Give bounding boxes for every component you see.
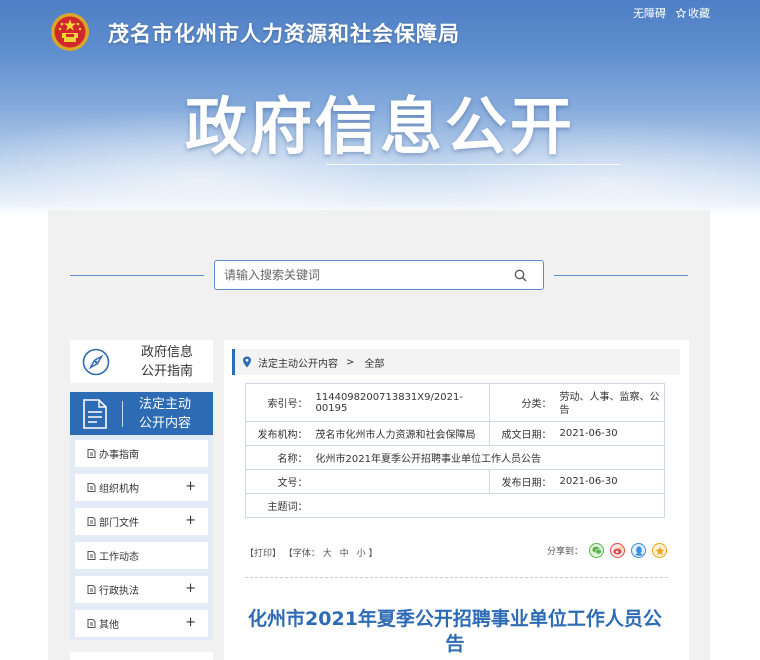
accessibility-link[interactable]: 无障碍: [633, 5, 666, 21]
search-box: [214, 260, 544, 290]
meta-index-value: 114409820071383​1X9/2021-00195: [311, 383, 490, 422]
page-big-title: 政府信息公开: [184, 90, 575, 163]
expand-icon[interactable]: +: [185, 513, 196, 528]
wechat-icon: [591, 546, 602, 555]
article-tools: 【打印】 【字体： 大 中 小 】: [245, 546, 377, 559]
sidebar-item-label: 部门文件: [99, 518, 139, 529]
breadcrumb-current-link[interactable]: 全部: [364, 355, 384, 370]
meta-created-label: 成文日期：: [489, 421, 556, 446]
accessibility-link-label: 无障碍: [633, 7, 666, 20]
qq-icon: [635, 545, 643, 556]
sidebar-guide-label: 政府信息 公开指南: [137, 343, 197, 381]
search-decor-line: [70, 275, 204, 276]
meta-docno-label: 文号：: [245, 469, 312, 494]
doc-small-icon: [87, 483, 96, 492]
qzone-star-icon: [655, 546, 665, 555]
meta-publisher-label: 发布机构：: [245, 421, 312, 446]
weibo-icon: [613, 546, 622, 555]
share-qzone-button[interactable]: [652, 543, 668, 558]
expand-icon[interactable]: +: [185, 479, 196, 494]
meta-published-value: 2021-06-30: [555, 469, 665, 494]
meta-published-label: 发布日期：: [489, 469, 556, 494]
share-wechat-button[interactable]: [589, 543, 605, 558]
doc-small-icon: [87, 619, 96, 628]
top-links: 无障碍 收藏: [633, 5, 710, 21]
meta-publisher-value: 茂名市化州市人力资源和社会保障局: [311, 421, 490, 446]
sidebar-item-label: 办事指南: [99, 450, 139, 461]
star-icon: [676, 8, 686, 18]
doc-small-icon: [87, 551, 96, 560]
search-input[interactable]: [215, 261, 505, 289]
meta-row: 文号： 发布日期： 2021-06-30: [245, 469, 665, 494]
meta-name-value: 化州市2021年夏季公开招聘事业单位工作人员公告: [311, 445, 665, 470]
expand-icon[interactable]: +: [185, 581, 196, 596]
sidebar-item-active-content[interactable]: 法定主动 公开内容: [70, 392, 213, 435]
sidebar-item-guidance[interactable]: 办事指南: [75, 440, 208, 467]
search-decor-line: [554, 275, 688, 276]
sidebar-separator: [122, 400, 123, 427]
favorite-link-label: 收藏: [688, 7, 710, 20]
meta-row: 主题词：: [245, 493, 665, 518]
sidebar-item-guide[interactable]: 政府信息 公开指南: [70, 340, 213, 383]
meta-docno-value: [311, 469, 490, 494]
meta-created-value: 2021-06-30: [555, 421, 665, 446]
share-bar: 分享到：: [547, 543, 668, 558]
breadcrumb: 法定主动公开内容 > 全部: [232, 349, 680, 375]
article-title: 化州市2021年夏季公开招聘事业单位工作人员公告: [248, 608, 662, 655]
sidebar-active-label: 法定主动 公开内容: [134, 395, 196, 433]
expand-icon[interactable]: +: [185, 615, 196, 630]
title-underline: [326, 164, 620, 165]
doc-small-icon: [87, 585, 96, 594]
sidebar-item-other[interactable]: 其他 +: [75, 610, 208, 637]
site-name: 茂名市化州市人力资源和社会保障局: [108, 22, 460, 46]
meta-row: 发布机构： 茂名市化州市人力资源和社会保障局 成文日期： 2021-06-30: [245, 421, 665, 446]
share-weibo-button[interactable]: [610, 543, 626, 558]
sidebar-item-next[interactable]: [70, 652, 213, 660]
breadcrumb-separator: >: [346, 356, 355, 368]
national-emblem-icon: [51, 13, 89, 51]
font-size-label: 【字体：: [283, 549, 320, 559]
meta-category-value: 劳动、人事、监察、公告: [555, 383, 665, 422]
sidebar-active-label-line: 法定主动: [138, 396, 191, 412]
sidebar-guide-label-line: 政府信息: [140, 344, 193, 360]
meta-index-label: 索引号：: [245, 383, 312, 422]
sidebar-item-label: 工作动态: [99, 552, 139, 563]
meta-row: 名称： 化州市2021年夏季公开招聘事业单位工作人员公告: [245, 445, 665, 470]
sidebar-item-dept-files[interactable]: 部门文件 +: [75, 508, 208, 535]
doc-small-icon: [87, 449, 96, 458]
sidebar-active-label-line: 公开内容: [138, 415, 191, 431]
doc-small-icon: [87, 517, 96, 526]
content-divider: [245, 577, 668, 578]
breadcrumb-section-link[interactable]: 法定主动公开内容: [258, 355, 338, 370]
font-large-button[interactable]: 大: [323, 549, 332, 559]
sidebar-item-organization[interactable]: 组织机构 +: [75, 474, 208, 501]
compass-icon: [82, 348, 110, 375]
sidebar-item-law-enforcement[interactable]: 行政执法 +: [75, 576, 208, 603]
document-icon: [83, 398, 107, 429]
font-small-button[interactable]: 小: [357, 549, 366, 559]
share-qq-button[interactable]: [631, 543, 647, 558]
sidebar-item-label: 行政执法: [99, 586, 139, 597]
favorite-link[interactable]: 收藏: [676, 5, 710, 21]
search-button[interactable]: [505, 261, 535, 289]
meta-keywords-label: 主题词：: [245, 493, 312, 518]
sidebar-item-label: 其他: [99, 620, 119, 631]
search-icon: [514, 269, 526, 281]
print-button[interactable]: 【打印】: [245, 549, 281, 559]
meta-keywords-value: [311, 493, 665, 518]
share-label: 分享到：: [547, 547, 584, 557]
sidebar-guide-label-line: 公开指南: [140, 363, 193, 379]
font-size-suffix: 】: [368, 549, 378, 559]
sidebar-item-work-news[interactable]: 工作动态: [75, 542, 208, 569]
location-pin-icon: [243, 356, 251, 368]
sidebar-submenu: 办事指南 组织机构 + 部门文件 + 工作动态 行政执法 + 其他 +: [70, 435, 213, 640]
meta-row: 索引号： 114409820071383​1X9/2021-00195 分类： …: [245, 383, 665, 422]
sidebar-item-label: 组织机构: [99, 484, 139, 495]
meta-category-label: 分类：: [489, 383, 556, 422]
document-meta-table: 索引号： 114409820071383​1X9/2021-00195 分类： …: [245, 383, 665, 518]
meta-name-label: 名称：: [245, 445, 312, 470]
font-medium-button[interactable]: 中: [340, 549, 349, 559]
